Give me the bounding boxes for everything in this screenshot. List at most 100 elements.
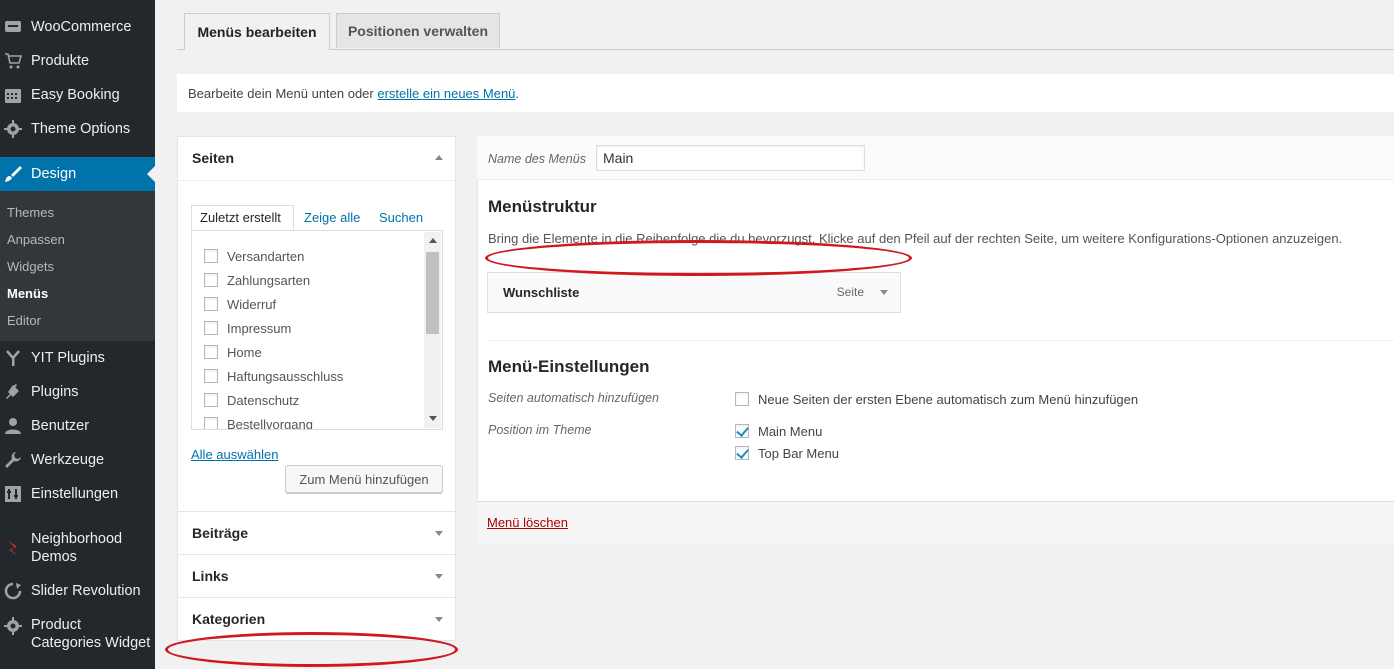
delete-menu-link[interactable]: Menü löschen	[487, 515, 568, 530]
links-panel[interactable]: Links	[177, 554, 456, 598]
submenu-item-editor[interactable]: Editor	[7, 313, 41, 328]
sidebar-item-werkzeuge[interactable]: Werkzeuge	[0, 443, 155, 477]
notice-end: .	[515, 85, 520, 101]
menu-item-bar[interactable]: Wunschliste Seite	[487, 272, 901, 313]
brush-icon	[4, 165, 22, 183]
sidebar-item-produkte[interactable]: Produkte	[0, 44, 155, 78]
checkbox[interactable]	[204, 273, 218, 287]
checkbox[interactable]	[204, 417, 218, 429]
location-main-menu[interactable]: Main Menu	[735, 422, 822, 440]
checkbox[interactable]	[204, 297, 218, 311]
sidebar-item-design[interactable]: Design	[0, 157, 155, 191]
categories-panel-title: Kategorien	[192, 611, 266, 627]
submenu-item-themes[interactable]: Themes	[7, 205, 54, 220]
theme-location-label: Position im Theme	[488, 423, 592, 437]
sidebar-item-neighborhood-demos[interactable]: Neighborhood Demos	[0, 525, 155, 571]
top-bar-menu-checkbox[interactable]	[735, 446, 749, 460]
gear-icon	[4, 120, 22, 138]
scroll-up-icon[interactable]	[429, 238, 437, 243]
user-icon	[4, 417, 22, 435]
checkbox[interactable]	[204, 369, 218, 383]
sidebar-item-product-categories-widget[interactable]: Product Categories Widget	[0, 611, 155, 657]
sidebar-item-label: Einstellungen	[31, 486, 119, 502]
list-item[interactable]: Versandarten	[204, 247, 304, 265]
sidebar-item-plugins[interactable]: Plugins	[0, 375, 155, 409]
create-new-menu-link[interactable]: erstelle ein neues Menü	[377, 86, 515, 101]
categories-panel[interactable]: Kategorien	[177, 597, 456, 641]
links-panel-title: Links	[192, 568, 229, 584]
tab-most-recent[interactable]: Zuletzt erstellt	[200, 210, 281, 225]
notice-text: Bearbeite dein Menü unten oder	[188, 85, 374, 101]
menu-editor-footer: Menü löschen	[477, 501, 1394, 544]
auto-add-checkbox[interactable]	[735, 392, 749, 406]
list-item[interactable]: Widerruf	[204, 295, 276, 313]
tab-edit-menus[interactable]: Menüs bearbeiten	[184, 13, 330, 50]
tab-manage-locations[interactable]: Positionen verwalten	[336, 13, 500, 48]
posts-panel[interactable]: Beiträge	[177, 511, 456, 555]
tab-view-all[interactable]: Zeige alle	[304, 210, 360, 225]
scrollbar[interactable]	[424, 232, 441, 428]
sidebar-item-easy-booking[interactable]: Easy Booking	[0, 78, 155, 112]
sidebar-item-theme-options[interactable]: Theme Options	[0, 112, 155, 146]
menu-settings-heading: Menü-Einstellungen	[488, 357, 650, 376]
list-item[interactable]: Home	[204, 343, 262, 361]
auto-add-pages-option[interactable]: Neue Seiten der ersten Ebene automatisch…	[735, 390, 1138, 408]
sidebar-item-label: Werkzeuge	[31, 452, 105, 468]
expand-arrow-icon	[435, 617, 443, 622]
posts-panel-title: Beiträge	[192, 525, 249, 541]
collapse-arrow-icon	[435, 155, 443, 160]
sidebar-item-label: Design	[31, 166, 77, 182]
list-item[interactable]: Datenschutz	[204, 391, 299, 409]
list-item[interactable]: Zahlungsarten	[204, 271, 310, 289]
sidebar-item-woocommerce[interactable]: WooCommerce	[0, 10, 155, 44]
sidebar-item-label: YIT Plugins	[31, 350, 105, 366]
menu-name-label: Name des Menüs	[488, 152, 586, 166]
location-top-bar-menu[interactable]: Top Bar Menu	[735, 444, 839, 462]
design-submenu: Themes Anpassen Widgets Menüs Editor	[0, 191, 155, 341]
menu-item-type: Seite	[836, 285, 864, 299]
menu-structure-heading: Menüstruktur	[488, 197, 597, 216]
expand-item-arrow-icon[interactable]	[880, 290, 888, 295]
submenu-item-menus[interactable]: Menüs	[7, 286, 48, 301]
menu-name-input[interactable]: Main	[596, 145, 865, 171]
sidebar-item-benutzer[interactable]: Benutzer	[0, 409, 155, 443]
scroll-down-icon[interactable]	[429, 416, 437, 421]
expand-arrow-icon	[435, 531, 443, 536]
submenu-item-widgets[interactable]: Widgets	[7, 259, 54, 274]
wrench-icon	[4, 451, 22, 469]
submenu-item-anpassen[interactable]: Anpassen	[7, 232, 65, 247]
list-item[interactable]: Impressum	[204, 319, 291, 337]
gear-icon	[4, 617, 22, 635]
checkbox[interactable]	[204, 321, 218, 335]
sidebar-item-label: Theme Options	[31, 121, 131, 137]
sidebar-item-label: Easy Booking	[31, 87, 120, 103]
calendar-icon	[4, 86, 22, 104]
checkbox[interactable]	[204, 249, 218, 263]
main-menu-checkbox[interactable]	[735, 424, 749, 438]
menu-structure-description: Bring die Elemente in die Reihenfolge di…	[488, 231, 1343, 246]
auto-add-pages-label: Seiten automatisch hinzufügen	[488, 391, 659, 405]
sidebar-item-label: Produkte	[31, 53, 90, 69]
sidebar-item-einstellungen[interactable]: Einstellungen	[0, 477, 155, 511]
settings-icon	[4, 485, 22, 503]
list-item[interactable]: Bestellvorgang	[204, 415, 313, 429]
add-to-menu-button[interactable]: Zum Menü hinzufügen	[285, 465, 443, 493]
scroll-thumb[interactable]	[426, 252, 439, 334]
section-divider	[487, 340, 1394, 341]
sidebar-item-label: Neighborhood Demos	[31, 531, 123, 565]
select-all-link[interactable]: Alle auswählen	[191, 447, 278, 462]
cart-icon	[4, 52, 22, 70]
expand-arrow-icon	[435, 574, 443, 579]
tab-search[interactable]: Suchen	[379, 210, 423, 225]
tab-divider	[177, 49, 1394, 50]
checkbox[interactable]	[204, 393, 218, 407]
sidebar-item-label: Slider Revolution	[31, 583, 141, 599]
sidebar-item-slider-revolution[interactable]: Slider Revolution	[0, 574, 155, 608]
list-item[interactable]: Haftungsausschluss	[204, 367, 343, 385]
refresh-icon	[4, 582, 22, 600]
sidebar-item-yit-plugins[interactable]: YIT Plugins	[0, 341, 155, 375]
pages-panel-header[interactable]: Seiten	[178, 137, 455, 181]
checkbox[interactable]	[204, 345, 218, 359]
manage-menus-notice: Bearbeite dein Menü unten oder erstelle …	[177, 74, 1394, 112]
menu-item-title: Wunschliste	[503, 285, 580, 300]
